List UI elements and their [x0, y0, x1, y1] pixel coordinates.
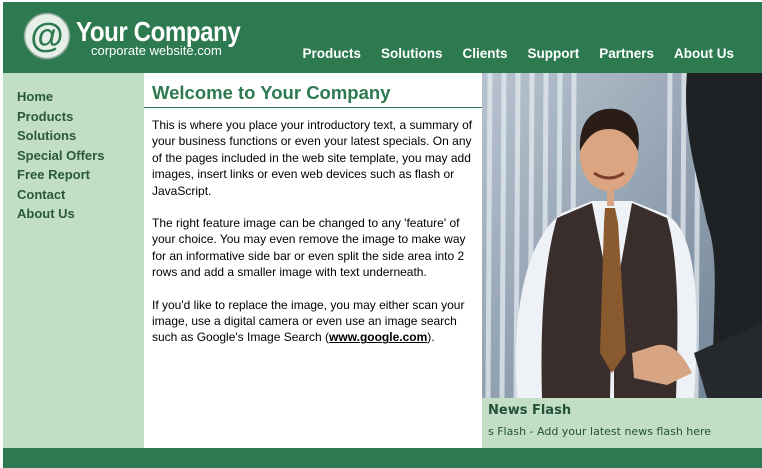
- main-content: Welcome to Your Company This is where yo…: [144, 73, 482, 448]
- sidebar-item-products[interactable]: Products: [17, 107, 144, 127]
- nav-about-us[interactable]: About Us: [674, 46, 734, 61]
- news-flash-title: News Flash: [488, 403, 572, 418]
- sidebar-item-solutions[interactable]: Solutions: [17, 126, 144, 146]
- paragraph-3-end: ).: [427, 330, 435, 345]
- sidebar-navigation: Home Products Solutions Special Offers F…: [3, 73, 144, 224]
- page-title: Welcome to Your Company: [152, 82, 391, 103]
- feature-image: [482, 73, 762, 398]
- sidebar-item-free-report[interactable]: Free Report: [17, 165, 144, 185]
- logo-symbol: @: [30, 17, 63, 55]
- nav-solutions[interactable]: Solutions: [381, 46, 443, 61]
- nav-support[interactable]: Support: [527, 46, 579, 61]
- company-tagline: corporate website.com: [91, 43, 222, 58]
- site-footer: [3, 448, 762, 468]
- nav-partners[interactable]: Partners: [599, 46, 654, 61]
- news-flash-box: News Flash s Flash - Add your latest new…: [482, 398, 762, 448]
- intro-text: This is where you place your introductor…: [152, 117, 479, 362]
- news-ticker[interactable]: s Flash - Add your latest news flash her…: [488, 425, 711, 438]
- sidebar-item-contact[interactable]: Contact: [17, 185, 144, 205]
- sidebar-item-about-us[interactable]: About Us: [17, 204, 144, 224]
- nav-clients[interactable]: Clients: [462, 46, 507, 61]
- nav-products[interactable]: Products: [302, 46, 361, 61]
- top-navigation: Products Solutions Clients Support Partn…: [302, 46, 734, 61]
- sidebar-item-special-offers[interactable]: Special Offers: [17, 146, 144, 166]
- page-frame: @ Your Company corporate website.com Pro…: [3, 2, 762, 468]
- at-sign-logo-icon: @: [23, 12, 71, 60]
- intro-paragraph-1: This is where you place your introductor…: [152, 118, 473, 198]
- intro-paragraph-2: The right feature image can be changed t…: [152, 216, 466, 280]
- business-handshake-photo-icon: [482, 73, 762, 398]
- title-divider: [144, 107, 482, 108]
- site-header: @ Your Company corporate website.com Pro…: [3, 2, 762, 73]
- left-sidebar: Home Products Solutions Special Offers F…: [3, 73, 144, 448]
- sidebar-item-home[interactable]: Home: [17, 87, 144, 107]
- google-link[interactable]: www.google.com: [329, 330, 427, 344]
- intro-paragraph-3: If you'd like to replace the image, you …: [152, 297, 479, 346]
